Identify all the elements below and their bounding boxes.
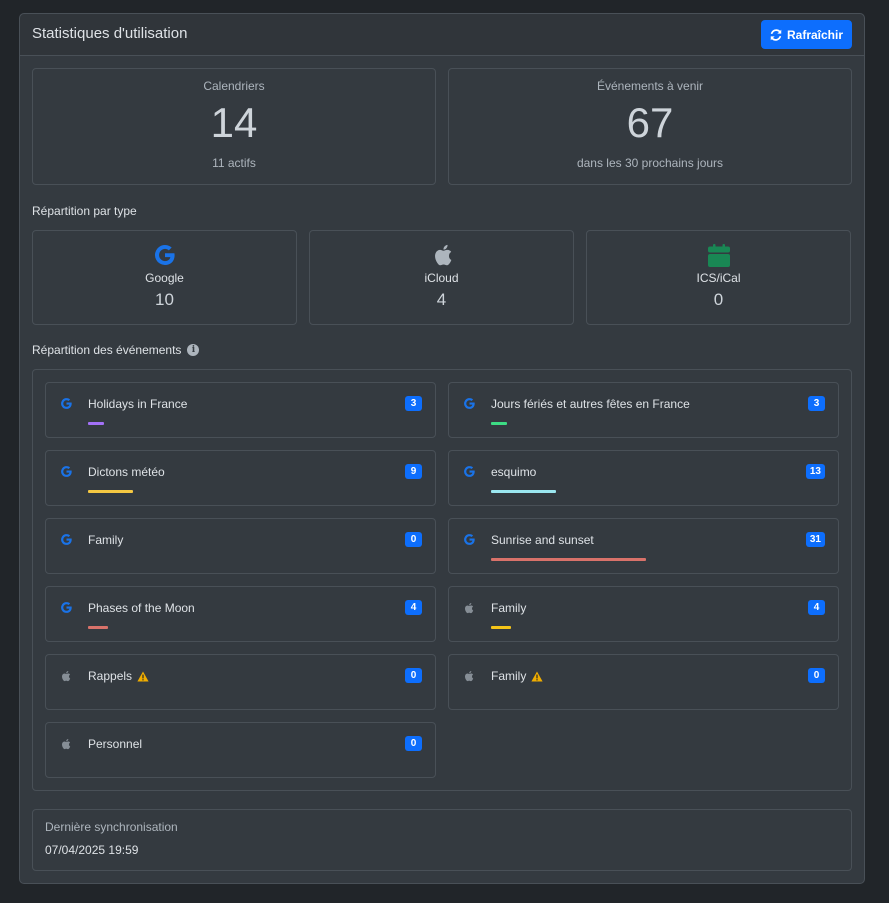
google-icon xyxy=(60,601,73,614)
type-count: 4 xyxy=(436,290,447,309)
last-sync-value: 07/04/2025 19:59 xyxy=(45,843,139,857)
stat-sub: 11 actifs xyxy=(212,156,256,170)
event-count-badge: 0 xyxy=(808,668,825,683)
type-icloud: iCloud 4 xyxy=(309,230,574,325)
google-icon xyxy=(60,397,73,410)
type-count: 10 xyxy=(155,290,174,309)
google-icon xyxy=(154,244,175,266)
calendar-name-text: esquimo xyxy=(491,465,537,479)
apple-icon xyxy=(60,737,73,750)
apple-icon xyxy=(434,244,451,266)
info-icon[interactable]: i xyxy=(187,344,200,356)
event-count-badge: 31 xyxy=(805,532,825,547)
google-icon xyxy=(60,465,73,478)
calendars-stat: Calendriers 14 11 actifs xyxy=(32,68,436,185)
event-count-bar xyxy=(491,490,556,493)
calendar-name-text: Phases of the Moon xyxy=(88,601,195,615)
event-count-badge: 13 xyxy=(805,464,825,479)
last-sync-label: Dernière synchronisation xyxy=(45,820,178,834)
type-google: Google 10 xyxy=(32,230,297,325)
calendar-name: Sunrise and sunset xyxy=(491,533,594,547)
calendar-name-text: Personnel xyxy=(88,737,143,751)
event-count-bar xyxy=(88,490,133,493)
google-icon xyxy=(60,533,73,546)
refresh-button[interactable]: Rafraîchir xyxy=(761,20,852,49)
usage-stats-card: Statistiques d'utilisation Rafraîchir Ca… xyxy=(19,13,865,884)
calendar-name: Dictons météo xyxy=(88,465,165,479)
type-ics: ICS/iCal 0 xyxy=(586,230,851,325)
type-count: 0 xyxy=(713,290,724,309)
calendar-item[interactable]: Phases of the Moon 4 xyxy=(45,586,436,642)
stat-label: Événements à venir xyxy=(596,79,704,93)
calendar-name: Personnel xyxy=(88,737,142,751)
event-count-badge: 0 xyxy=(405,668,422,683)
calendar-name: Family xyxy=(88,533,123,547)
calendar-item[interactable]: Holidays in France 3 xyxy=(45,382,436,438)
event-count-badge: 0 xyxy=(405,532,422,547)
type-breakdown-label: Répartition par type xyxy=(32,204,137,218)
calendar-name: Family xyxy=(491,669,543,683)
calendar-name: Jours fériés et autres fêtes en France xyxy=(491,397,690,411)
event-count-badge: 4 xyxy=(808,600,825,615)
google-icon xyxy=(463,533,476,546)
google-icon xyxy=(463,465,476,478)
event-count-badge: 3 xyxy=(405,396,422,411)
page-title: Statistiques d'utilisation xyxy=(32,25,188,42)
google-icon xyxy=(463,397,476,410)
warning-icon[interactable] xyxy=(531,671,543,682)
calendar-name-text: Jours fériés et autres fêtes en France xyxy=(491,397,690,411)
stat-sub: dans les 30 prochains jours xyxy=(576,156,724,170)
calendar-name-text: Holidays in France xyxy=(88,397,188,411)
calendar-name-text: Family xyxy=(491,669,527,683)
type-label: Google xyxy=(145,271,184,285)
calendar-item[interactable]: Family 4 xyxy=(448,586,839,642)
event-count-badge: 9 xyxy=(405,464,422,479)
apple-icon xyxy=(60,669,73,682)
stat-label: Calendriers xyxy=(203,79,265,93)
calendar-name: Holidays in France xyxy=(88,397,187,411)
upcoming-events-stat: Événements à venir 67 dans les 30 procha… xyxy=(448,68,852,185)
apple-icon xyxy=(463,601,476,614)
calendar-item[interactable]: esquimo 13 xyxy=(448,450,839,506)
event-count-badge: 3 xyxy=(808,396,825,411)
refresh-label: Rafraîchir xyxy=(786,27,844,42)
event-count-bar xyxy=(88,626,108,629)
stat-value: 14 xyxy=(210,99,258,146)
calendar-name: Family xyxy=(491,601,526,615)
events-breakdown-label: Répartition des événements xyxy=(32,343,182,357)
calendar-item[interactable]: Dictons météo 9 xyxy=(45,450,436,506)
event-count-bar xyxy=(491,626,511,629)
event-count-badge: 0 xyxy=(405,736,422,751)
calendar-item[interactable]: Family 0 xyxy=(448,654,839,710)
calendar-item[interactable]: Sunrise and sunset 31 xyxy=(448,518,839,574)
last-sync-box: Dernière synchronisation 07/04/2025 19:5… xyxy=(32,809,852,871)
event-count-badge: 4 xyxy=(405,600,422,615)
calendar-icon xyxy=(707,244,730,267)
calendar-name-text: Family xyxy=(491,601,527,615)
calendar-name-text: Dictons météo xyxy=(88,465,165,479)
event-count-bar xyxy=(88,422,104,425)
calendar-item[interactable]: Rappels 0 xyxy=(45,654,436,710)
apple-icon xyxy=(463,669,476,682)
type-breakdown-title: Répartition par type xyxy=(32,204,137,218)
events-breakdown-title: Répartition des événements i xyxy=(32,343,200,357)
event-count-bar xyxy=(491,422,507,425)
event-count-bar xyxy=(491,558,646,561)
stat-value: 67 xyxy=(626,99,674,146)
calendar-name-text: Rappels xyxy=(88,669,133,683)
calendar-name-text: Sunrise and sunset xyxy=(491,533,594,547)
type-label: iCloud xyxy=(424,271,459,285)
warning-icon[interactable] xyxy=(137,671,149,682)
refresh-icon xyxy=(770,28,782,41)
calendar-name-text: Family xyxy=(88,533,124,547)
card-header: Statistiques d'utilisation Rafraîchir xyxy=(20,14,864,56)
calendar-name: Phases of the Moon xyxy=(88,601,195,615)
calendar-item[interactable]: Personnel 0 xyxy=(45,722,436,778)
calendar-name: esquimo xyxy=(491,465,536,479)
type-label: ICS/iCal xyxy=(696,271,741,285)
calendar-item[interactable]: Jours fériés et autres fêtes en France 3 xyxy=(448,382,839,438)
events-panel: Holidays in France 3 Jours fériés et autre… xyxy=(32,369,852,791)
calendar-item[interactable]: Family 0 xyxy=(45,518,436,574)
calendar-name: Rappels xyxy=(88,669,149,683)
